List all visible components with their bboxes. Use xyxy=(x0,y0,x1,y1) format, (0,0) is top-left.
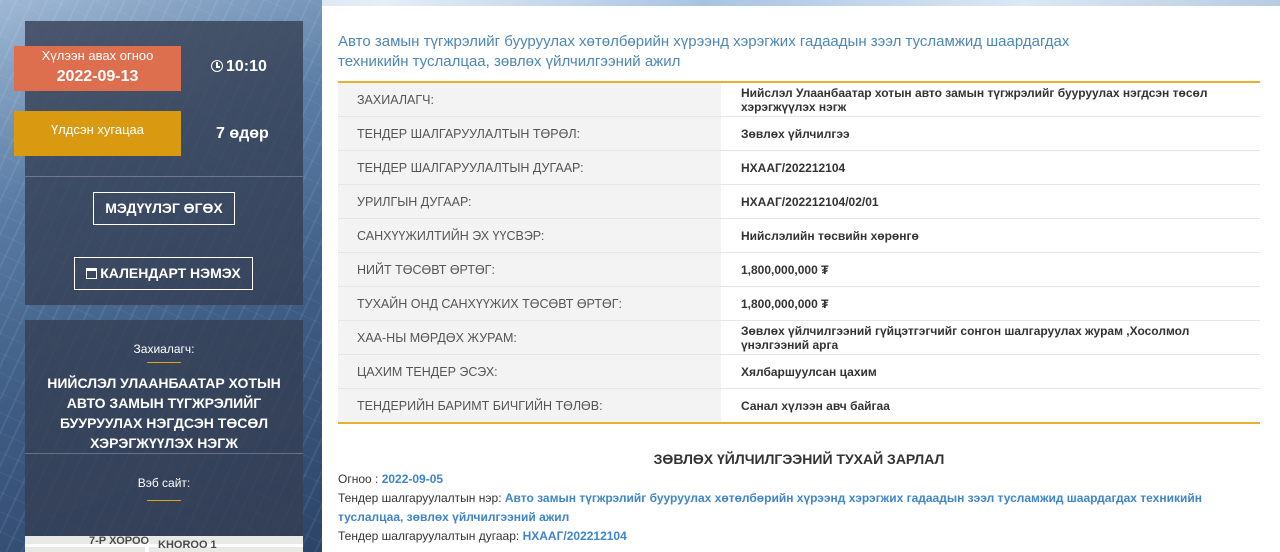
deadline-chip: Хүлээн авах огноо 2022-09-13 xyxy=(14,46,181,91)
row-label: УРИЛГЫН ДУГААР: xyxy=(338,184,721,219)
row-value: НХААГ/202212104/02/01 xyxy=(721,184,1260,219)
client-name: НИЙСЛЭЛ УЛААНБААТАР ХОТЫН АВТО ЗАМЫН ТҮГ… xyxy=(47,375,281,451)
row-value: Зөвлөх үйлчилгээ xyxy=(721,116,1260,151)
deadline-date: 2022-09-13 xyxy=(56,68,139,85)
deadline-label: Хүлээн авах огноо xyxy=(41,48,154,63)
table-row: ТУХАЙН ОНД САНХҮҮЖИХ ТӨСӨВТ ӨРТӨГ: 1,800,… xyxy=(338,286,1260,321)
announcement-tender-number: Тендер шалгаруулалтын дугаар: НХААГ/2022… xyxy=(338,527,1260,546)
table-row: ЗАХИАЛАГЧ: Нийслэл Улаанбаатар хотын авто… xyxy=(338,82,1260,117)
row-label: ЦАХИМ ТЕНДЕР ЭСЭХ: xyxy=(338,354,721,389)
website-label: Вэб сайт: xyxy=(137,476,191,490)
table-row: ТЕНДЕР ШАЛГАРУУЛАЛТЫН ТӨРӨЛ: Зөвлөх үйлчи… xyxy=(338,116,1260,151)
row-value: 1,800,000,000 ₮ xyxy=(721,252,1260,287)
row-value: Нийслэлийн төсвийн хөрөнгө xyxy=(721,218,1260,253)
row-value: Санал хүлээн авч байгаа xyxy=(741,398,890,413)
tender-info-table: ЗАХИАЛАГЧ: Нийслэл Улаанбаатар хотын авто… xyxy=(338,81,1260,424)
announcement-heading: ЗӨВЛӨХ ҮЙЛЧИЛГЭЭНИЙ ТУХАЙ ЗАРЛАЛ xyxy=(653,451,945,467)
tender-name-label: Тендер шалгаруулалтын нэр: xyxy=(338,491,505,505)
deadline-time-text: 10:10 xyxy=(226,58,267,75)
location-map[interactable]: 7-Р ХОРОО KHOROO 1 xyxy=(25,536,303,552)
row-label: ТЕНДЕР ШАЛГАРУУЛАЛТЫН ДУГААР: xyxy=(338,150,721,185)
date-label: Огноо : xyxy=(338,472,382,486)
client-panel: Захиалагч: НИЙСЛЭЛ УЛААНБААТАР ХОТЫН АВТ… xyxy=(25,320,303,552)
deadline-time: 10:10 xyxy=(211,58,267,76)
row-value: 1,800,000,000 ₮ xyxy=(721,286,1260,321)
row-label: ТУХАЙН ОНД САНХҮҮЖИХ ТӨСӨВТ ӨРТӨГ: xyxy=(338,286,721,321)
remaining-chip: Үлдсэн хугацаа xyxy=(14,111,181,156)
row-label: ЗАХИАЛАГЧ: xyxy=(338,82,721,117)
remaining-value: 7 өдөр xyxy=(216,125,269,142)
row-label: НИЙТ ТӨСӨВТ ӨРТӨГ: xyxy=(338,252,721,287)
row-label: САНХҮҮЖИЛТИЙН ЭХ ҮҮСВЭР: xyxy=(338,218,721,253)
row-value: Хялбаршуулсан цахим xyxy=(721,354,1260,389)
client-label-underline xyxy=(147,362,181,363)
panel-divider xyxy=(25,453,303,454)
table-row: УРИЛГЫН ДУГААР: НХААГ/202212104/02/01 xyxy=(338,184,1260,219)
deadline-panel: Хүлээн авах огноо 2022-09-13 10:10 Үлдсэ… xyxy=(14,21,303,305)
tender-number-value: НХААГ/202212104 xyxy=(522,529,627,543)
submit-bid-button[interactable]: МЭДҮҮЛЭГ ӨГӨХ xyxy=(93,192,235,225)
row-label: ТЕНДЕРИЙН БАРИМТ БИЧГИЙН ТӨЛӨВ: xyxy=(338,388,721,423)
announcement-date: Огноо : 2022-09-05 xyxy=(338,470,1260,489)
date-value: 2022-09-05 xyxy=(381,472,444,486)
row-label: ХАА-НЫ МӨРДӨХ ЖУРАМ: xyxy=(338,320,721,355)
row-value: Нийслэл Улаанбаатар хотын авто замын түг… xyxy=(721,82,1260,117)
remaining-label: Үлдсэн хугацаа xyxy=(50,122,145,137)
table-row: САНХҮҮЖИЛТИЙН ЭХ ҮҮСВЭР: Нийслэлийн төсви… xyxy=(338,218,1260,253)
tender-number-label: Тендер шалгаруулалтын дугаар: xyxy=(338,529,523,543)
map-label: 7-Р ХОРОО xyxy=(89,536,150,547)
table-row: ТЕНДЕРИЙН БАРИМТ БИЧГИЙН ТӨЛӨВ: Санал хүл… xyxy=(338,388,1260,423)
calendar-icon xyxy=(86,268,98,279)
website-label-underline xyxy=(147,500,181,501)
row-label: ТЕНДЕР ШАЛГАРУУЛАЛТЫН ТӨРӨЛ: xyxy=(338,116,721,151)
table-row: ЦАХИМ ТЕНДЕР ЭСЭХ: Хялбаршуулсан цахим xyxy=(338,354,1260,389)
table-row: ХАА-НЫ МӨРДӨХ ЖУРАМ: Зөвлөх үйлчилгээний … xyxy=(338,320,1260,355)
add-to-calendar-button[interactable]: КАЛЕНДАРТ НЭМЭХ xyxy=(74,257,253,290)
row-value: Зөвлөх үйлчилгээний гүйцэтгэгчийг сонгон… xyxy=(721,320,1260,355)
panel-divider xyxy=(25,176,303,177)
add-to-calendar-label: КАЛЕНДАРТ НЭМЭХ xyxy=(100,265,241,281)
row-value: НХААГ/202212104 xyxy=(721,150,1260,185)
table-row: НИЙТ ТӨСӨВТ ӨРТӨГ: 1,800,000,000 ₮ xyxy=(338,252,1260,287)
announcement-tender-name: Тендер шалгаруулалтын нэр: Авто замын тү… xyxy=(338,489,1260,527)
table-row: ТЕНДЕР ШАЛГАРУУЛАЛТЫН ДУГААР: НХААГ/20221… xyxy=(338,150,1260,185)
map-label: KHOROO 1 xyxy=(158,539,217,551)
clock-icon xyxy=(211,60,223,72)
client-label: Захиалагч: xyxy=(133,342,195,356)
page-title: Авто замын түгжрэлийг бууруулах хөтөлбөр… xyxy=(338,33,1070,70)
